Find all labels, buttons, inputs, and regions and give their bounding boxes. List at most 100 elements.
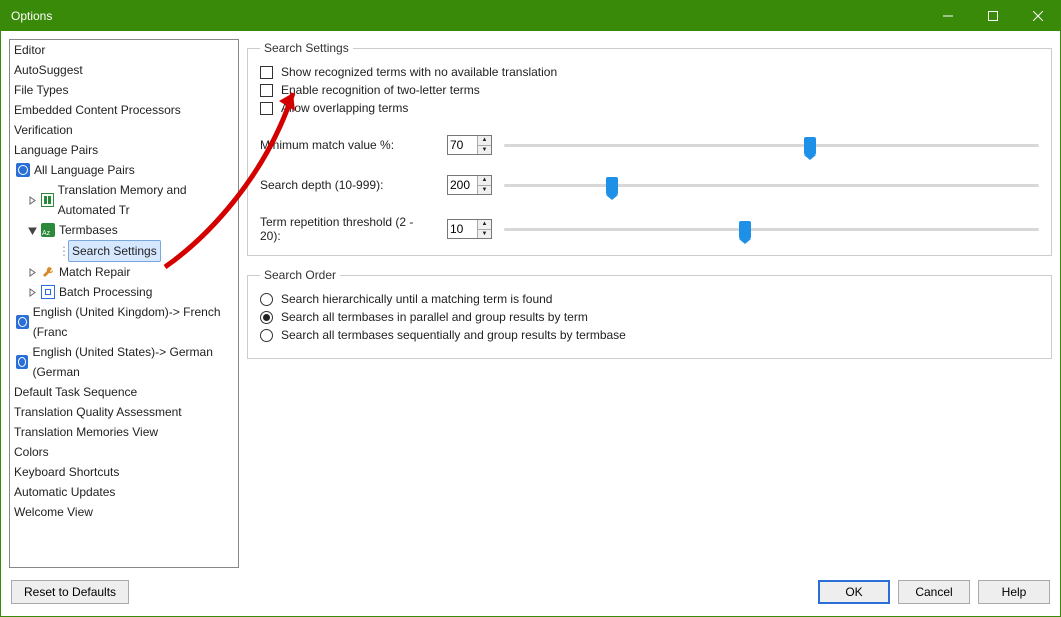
tree-item-welcome[interactable]: Welcome View [10,502,238,522]
depth-input[interactable] [448,176,477,194]
radio[interactable] [260,311,273,324]
tree-item-filetypes[interactable]: File Types [10,80,238,100]
tree-item-lang-en-us-de[interactable]: English (United States)-> German (German [10,342,238,382]
tree-item-updates[interactable]: Automatic Updates [10,482,238,502]
radio-row-hierarchical[interactable]: Search hierarchically until a matching t… [260,292,1039,306]
minimize-button[interactable] [925,1,970,31]
search-settings-group: Search Settings Show recognized terms wi… [247,41,1052,256]
tree-item-tm-view[interactable]: Translation Memories View [10,422,238,442]
reset-defaults-button[interactable]: Reset to Defaults [11,580,129,604]
depth-label: Search depth (10-999): [260,178,435,192]
tree-item-colors[interactable]: Colors [10,442,238,462]
tree-label: All Language Pairs [34,160,135,180]
checkbox-label: Allow overlapping terms [281,101,408,115]
spin-up-icon[interactable]: ▲ [478,136,491,146]
tree-item-all-language-pairs[interactable]: All Language Pairs [10,160,238,180]
tree-connector: ⋮ [58,241,64,261]
expander-collapsed-icon[interactable] [28,196,37,205]
depth-slider[interactable] [504,184,1039,187]
repetition-row: Term repetition threshold (2 - 20): ▲ ▼ [260,215,1039,243]
content-panel: Search Settings Show recognized terms wi… [247,39,1052,568]
tree-item-embedded[interactable]: Embedded Content Processors [10,100,238,120]
wrench-icon [41,265,55,279]
globe-icon [16,315,29,329]
dialog-footer: Reset to Defaults OK Cancel Help [1,576,1060,616]
radio[interactable] [260,329,273,342]
checkbox-row-show-terms[interactable]: Show recognized terms with no available … [260,65,1039,79]
radio-label: Search all termbases in parallel and gro… [281,310,588,324]
min-match-input[interactable] [448,136,477,154]
cancel-button[interactable]: Cancel [898,580,970,604]
help-button[interactable]: Help [978,580,1050,604]
tree-item-tqa[interactable]: Translation Quality Assessment [10,402,238,422]
min-match-spinner[interactable]: ▲ ▼ [447,135,492,155]
slider-thumb[interactable] [739,221,751,239]
group-legend: Search Settings [260,41,353,55]
window-controls [925,1,1060,31]
min-match-label: Minimum match value %: [260,138,435,152]
tree-item-verification[interactable]: Verification [10,120,238,140]
spin-down-icon[interactable]: ▼ [478,186,491,195]
maximize-button[interactable] [970,1,1015,31]
checkbox-label: Show recognized terms with no available … [281,65,557,79]
expander-expanded-icon[interactable] [28,226,37,235]
radio-row-parallel[interactable]: Search all termbases in parallel and gro… [260,310,1039,324]
radio-label: Search all termbases sequentially and gr… [281,328,626,342]
checkbox-label: Enable recognition of two-letter terms [281,83,480,97]
titlebar: Options [1,1,1060,31]
ok-button[interactable]: OK [818,580,890,604]
checkbox[interactable] [260,84,273,97]
tree-label: Batch Processing [59,282,152,302]
tree-item-batch-processing[interactable]: Batch Processing [10,282,238,302]
radio-label: Search hierarchically until a matching t… [281,292,552,306]
globe-icon [16,355,28,369]
spin-down-icon[interactable]: ▼ [478,230,491,239]
min-match-row: Minimum match value %: ▲ ▼ [260,135,1039,155]
repetition-spinner[interactable]: ▲ ▼ [447,219,492,239]
tree-item-languagepairs[interactable]: Language Pairs [10,140,238,160]
checkbox[interactable] [260,102,273,115]
spin-up-icon[interactable]: ▲ [478,176,491,186]
tree-label-selected: Search Settings [68,240,161,262]
expander-collapsed-icon[interactable] [28,288,37,297]
slider-thumb[interactable] [804,137,816,155]
tree-item-editor[interactable]: Editor [10,40,238,60]
group-legend: Search Order [260,268,340,282]
slider-thumb[interactable] [606,177,618,195]
repetition-slider[interactable] [504,228,1039,231]
tree-label: English (United Kingdom)-> French (Franc [33,302,238,342]
spin-up-icon[interactable]: ▲ [478,220,491,230]
min-match-slider[interactable] [504,144,1039,147]
expander-collapsed-icon[interactable] [28,268,37,277]
window-title: Options [11,9,52,23]
tree-item-shortcuts[interactable]: Keyboard Shortcuts [10,462,238,482]
termbase-icon [41,223,55,237]
checkbox[interactable] [260,66,273,79]
close-button[interactable] [1015,1,1060,31]
globe-icon [16,163,30,177]
repetition-label: Term repetition threshold (2 - 20): [260,215,435,243]
tree-label: Translation Memory and Automated Tr [58,180,238,220]
depth-spinner[interactable]: ▲ ▼ [447,175,492,195]
tree-item-termbases[interactable]: Termbases [10,220,238,240]
spin-down-icon[interactable]: ▼ [478,146,491,155]
dialog-body: Editor AutoSuggest File Types Embedded C… [1,31,1060,576]
options-tree[interactable]: Editor AutoSuggest File Types Embedded C… [9,39,239,568]
radio-row-sequential[interactable]: Search all termbases sequentially and gr… [260,328,1039,342]
tree-item-autosuggest[interactable]: AutoSuggest [10,60,238,80]
checkbox-row-overlapping[interactable]: Allow overlapping terms [260,101,1039,115]
tree-item-default-task[interactable]: Default Task Sequence [10,382,238,402]
checkbox-row-two-letter[interactable]: Enable recognition of two-letter terms [260,83,1039,97]
tree-item-translation-memory[interactable]: Translation Memory and Automated Tr [10,180,238,220]
batch-icon [41,285,55,299]
tree-item-match-repair[interactable]: Match Repair [10,262,238,282]
radio[interactable] [260,293,273,306]
depth-row: Search depth (10-999): ▲ ▼ [260,175,1039,195]
search-order-group: Search Order Search hierarchically until… [247,268,1052,359]
tree-label: English (United States)-> German (German [32,342,238,382]
tm-icon [41,193,54,207]
options-window: Options Editor AutoSuggest File Types Em… [0,0,1061,617]
tree-item-lang-en-gb-fr[interactable]: English (United Kingdom)-> French (Franc [10,302,238,342]
repetition-input[interactable] [448,220,477,238]
tree-label: Match Repair [59,262,130,282]
